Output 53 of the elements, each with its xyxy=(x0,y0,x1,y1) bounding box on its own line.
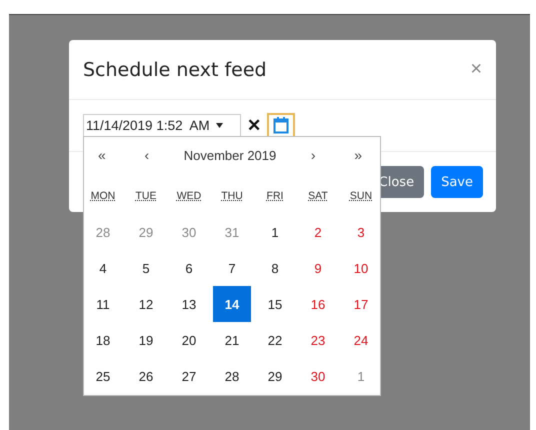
close-button[interactable]: × xyxy=(470,58,482,81)
day-cell[interactable]: 29 xyxy=(256,358,294,394)
day-cell[interactable]: 24 xyxy=(342,322,380,358)
day-cell[interactable]: 12 xyxy=(127,286,165,322)
day-cell[interactable]: 7 xyxy=(213,250,251,286)
day-cell[interactable]: 16 xyxy=(299,286,337,322)
calendar-button[interactable] xyxy=(267,112,295,138)
weekday-label: THU xyxy=(220,189,244,204)
caret-icon[interactable] xyxy=(216,123,223,128)
day-cell[interactable]: 1 xyxy=(342,358,380,394)
day-cell[interactable]: 30 xyxy=(299,358,337,394)
weekday-label: WED xyxy=(176,189,202,204)
weekday-label: SAT xyxy=(307,189,329,204)
day-cell[interactable]: 18 xyxy=(84,322,122,358)
next-year-button[interactable]: » xyxy=(350,147,366,163)
day-cell[interactable]: 20 xyxy=(170,322,208,358)
day-cell[interactable]: 10 xyxy=(342,250,380,286)
day-cell[interactable]: 26 xyxy=(127,358,165,394)
day-cell[interactable]: 13 xyxy=(170,286,208,322)
day-cell[interactable]: 15 xyxy=(256,286,294,322)
modal-title: Schedule next feed xyxy=(83,58,267,80)
day-cell[interactable]: 25 xyxy=(84,358,122,394)
month-label[interactable]: November 2019 xyxy=(184,148,276,162)
day-cell[interactable]: 5 xyxy=(127,250,165,286)
weekday-label: MON xyxy=(90,189,116,204)
day-cell[interactable]: 28 xyxy=(213,358,251,394)
day-cell[interactable]: 17 xyxy=(342,286,380,322)
day-cell[interactable]: 8 xyxy=(256,250,294,286)
day-cell[interactable]: 6 xyxy=(170,250,208,286)
day-cell[interactable]: 11 xyxy=(84,286,122,322)
clear-button[interactable]: ✕ xyxy=(241,114,267,138)
day-cell[interactable]: 29 xyxy=(127,214,165,250)
calendar-icon xyxy=(273,117,289,134)
day-cell[interactable]: 21 xyxy=(213,322,251,358)
day-cell[interactable]: 4 xyxy=(84,250,122,286)
day-cell[interactable]: 28 xyxy=(84,214,122,250)
next-month-button[interactable]: › xyxy=(306,147,320,163)
day-cell[interactable]: 30 xyxy=(170,214,208,250)
prev-year-button[interactable]: « xyxy=(94,147,110,163)
day-cell[interactable]: 23 xyxy=(299,322,337,358)
day-cell[interactable]: 1 xyxy=(256,214,294,250)
day-cell[interactable]: 14 xyxy=(213,286,251,322)
weekday-label: TUE xyxy=(134,189,158,204)
day-cell[interactable]: 2 xyxy=(299,214,337,250)
day-cell[interactable]: 3 xyxy=(342,214,380,250)
day-cell[interactable]: 9 xyxy=(299,250,337,286)
day-cell[interactable]: 19 xyxy=(127,322,165,358)
prev-month-button[interactable]: ‹ xyxy=(140,147,154,163)
day-cell[interactable]: 31 xyxy=(213,214,251,250)
weekday-label: FRI xyxy=(266,189,284,204)
day-cell[interactable]: 27 xyxy=(170,358,208,394)
footer-button[interactable]: Save xyxy=(431,166,483,198)
day-cell[interactable]: 22 xyxy=(256,322,294,358)
